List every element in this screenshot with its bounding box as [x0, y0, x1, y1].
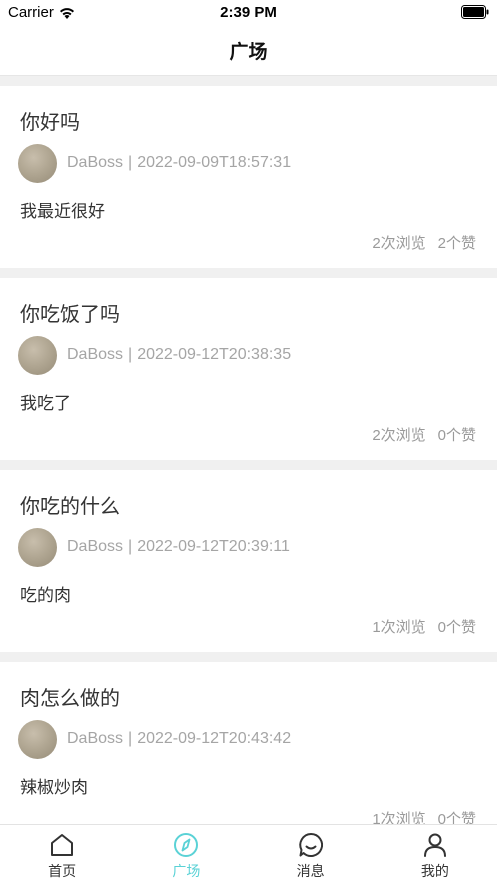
- post-meta: DaBoss | 2022-09-12T20:38:35: [67, 346, 291, 364]
- tab-label: 广场: [172, 863, 201, 879]
- post-title: 你吃的什么: [20, 496, 120, 518]
- tab-label: 首页: [48, 863, 77, 879]
- post-content: 我最近很好: [20, 202, 105, 221]
- post-content: 辣椒炒肉: [20, 778, 88, 797]
- avatar[interactable]: [18, 528, 57, 567]
- post-datetime: 2022-09-12T20:39:11: [137, 538, 290, 555]
- post-author: DaBoss: [67, 730, 124, 747]
- post-stats: 2次浏览 2个赞: [372, 232, 476, 253]
- view-count: 1次浏览: [372, 619, 426, 636]
- tab-profile[interactable]: 我的: [373, 825, 497, 883]
- like-count: 0个赞: [437, 619, 476, 636]
- post-card[interactable]: 你吃的什么 DaBoss | 2022-09-12T20:39:11 吃的肉 1…: [0, 470, 497, 652]
- status-bar: Carrier 2:39 PM: [0, 0, 497, 26]
- tab-square[interactable]: 广场: [124, 825, 248, 883]
- post-meta: DaBoss | 2022-09-09T18:57:31: [67, 154, 291, 172]
- post-datetime: 2022-09-12T20:38:35: [137, 346, 292, 363]
- tab-label: 我的: [420, 863, 449, 879]
- post-content: 我吃了: [20, 394, 71, 413]
- post-card[interactable]: 你吃饭了吗 DaBoss | 2022-09-12T20:38:35 我吃了 2…: [0, 278, 497, 460]
- post-content: 吃的肉: [20, 586, 71, 605]
- like-count: 2个赞: [437, 235, 476, 252]
- post-stats: 1次浏览 0个赞: [372, 616, 476, 637]
- post-meta: DaBoss | 2022-09-12T20:39:11: [67, 538, 290, 556]
- post-card[interactable]: 肉怎么做的 DaBoss | 2022-09-12T20:43:42 辣椒炒肉 …: [0, 662, 497, 844]
- page-title: 广场: [229, 42, 268, 63]
- tab-messages[interactable]: 消息: [249, 825, 373, 883]
- post-datetime: 2022-09-12T20:43:42: [137, 730, 292, 747]
- meta-separator: |: [128, 154, 133, 171]
- compass-icon: [174, 833, 199, 857]
- avatar[interactable]: [18, 144, 57, 183]
- nav-bar: 广场: [0, 26, 497, 76]
- post-author: DaBoss: [67, 538, 124, 555]
- post-title: 你吃饭了吗: [20, 304, 120, 326]
- post-card[interactable]: 你好吗 DaBoss | 2022-09-09T18:57:31 我最近很好 2…: [0, 86, 497, 268]
- like-count: 0个赞: [437, 427, 476, 444]
- meta-separator: |: [128, 538, 133, 555]
- post-author: DaBoss: [67, 154, 124, 171]
- user-icon: [423, 833, 446, 857]
- meta-separator: |: [128, 730, 133, 747]
- post-author: DaBoss: [67, 346, 124, 363]
- post-meta: DaBoss | 2022-09-12T20:43:42: [67, 730, 291, 748]
- tab-label: 消息: [296, 863, 325, 879]
- post-datetime: 2022-09-09T18:57:31: [137, 154, 292, 171]
- meta-separator: |: [128, 346, 133, 363]
- status-time: 2:39 PM: [220, 4, 277, 21]
- view-count: 2次浏览: [372, 427, 426, 444]
- avatar[interactable]: [18, 720, 57, 759]
- battery-icon: [461, 5, 489, 19]
- post-title: 肉怎么做的: [20, 688, 120, 710]
- post-title: 你好吗: [20, 112, 80, 134]
- tab-home[interactable]: 首页: [0, 825, 124, 883]
- chat-icon: [298, 832, 323, 857]
- post-stats: 2次浏览 0个赞: [372, 424, 476, 445]
- home-icon: [51, 834, 74, 856]
- view-count: 2次浏览: [372, 235, 426, 252]
- tab-bar: 首页 广场 消息 我的: [0, 824, 497, 883]
- avatar[interactable]: [18, 336, 57, 375]
